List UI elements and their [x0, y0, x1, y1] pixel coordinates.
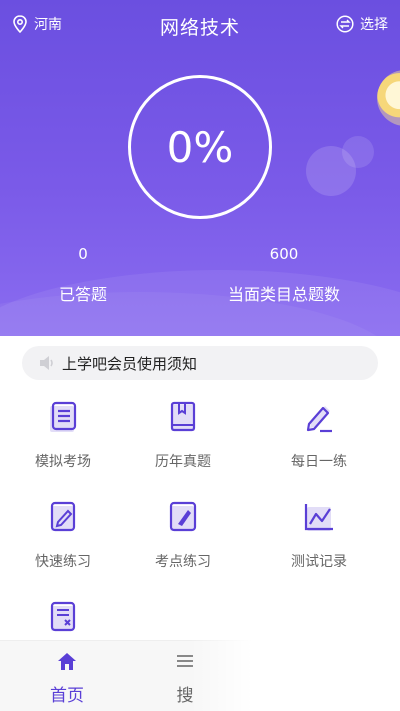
answered-label: 已答题: [58, 285, 107, 304]
top-bar: 河南 网络技术 选择: [0, 0, 400, 50]
menu-label: 测试记录: [291, 554, 347, 570]
moon-decoration: [377, 70, 400, 126]
total-label: 当面类目总题数: [227, 285, 340, 304]
progress-ring: 0%: [128, 75, 272, 219]
menu-mock-exam[interactable]: 模拟考场: [8, 400, 118, 471]
menu-quick-practice[interactable]: 快速练习: [8, 500, 118, 571]
bubble-decoration: [342, 136, 374, 168]
tab-home-label: 首页: [50, 686, 84, 706]
menu-error-book[interactable]: [8, 600, 118, 638]
doc-x-icon: [50, 601, 76, 632]
menu-daily-practice[interactable]: 每日一练: [264, 400, 374, 471]
progress-percent: 0%: [166, 122, 234, 172]
list-doc-icon: [50, 401, 77, 432]
chart-icon: [304, 504, 333, 531]
book-icon: [170, 401, 196, 432]
choose-button[interactable]: 选择: [336, 14, 388, 34]
hero-header: 河南 网络技术 选择 0% 0 已答题 600 当面类目总题数: [0, 0, 400, 336]
choose-label: 选择: [360, 17, 388, 33]
edit-doc-icon: [50, 501, 76, 532]
answered-count: 0: [78, 245, 88, 263]
speaker-icon: [40, 356, 53, 370]
menu-label: 考点练习: [155, 554, 211, 570]
pencil-icon: [306, 406, 332, 433]
total-count: 600: [269, 245, 299, 263]
tablet-pen-icon: [169, 501, 197, 532]
menu-label: 快速练习: [35, 554, 91, 570]
tabbar-fade-overlay: [190, 640, 400, 711]
answered-stat: 0 已答题: [58, 245, 108, 305]
menu-past-exams[interactable]: 历年真题: [128, 400, 238, 471]
notice-text: 上学吧会员使用须知: [62, 354, 198, 373]
home-icon: [58, 653, 76, 670]
menu-topic-practice[interactable]: 考点练习: [128, 500, 238, 571]
switch-icon: [336, 15, 354, 33]
menu-label: 模拟考场: [35, 454, 91, 470]
total-stat: 600 当面类目总题数: [222, 245, 346, 305]
menu-label: 历年真题: [155, 454, 211, 470]
menu-label: 每日一练: [291, 454, 347, 470]
menu-test-records[interactable]: 测试记录: [264, 500, 374, 571]
tab-home[interactable]: 首页: [32, 651, 102, 706]
notice-bar[interactable]: 上学吧会员使用须知: [22, 346, 378, 380]
